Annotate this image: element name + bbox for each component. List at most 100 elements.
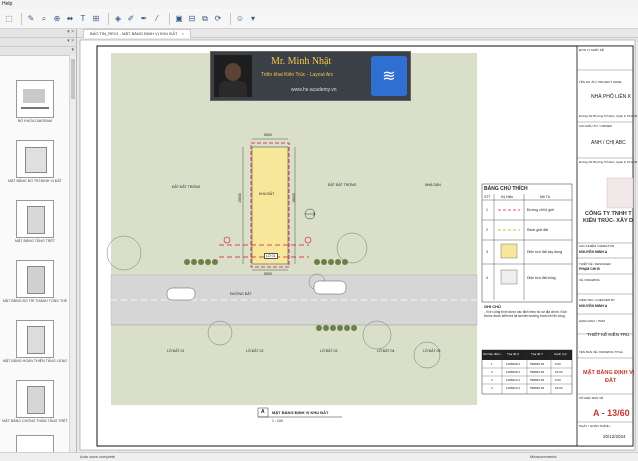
coord-cell: 3 bbox=[491, 378, 493, 382]
tb-checker-label: KIỂM TRA / CHECKED BY bbox=[579, 298, 615, 302]
scrapbook-icon[interactable]: ⧉ bbox=[200, 14, 210, 24]
coord-header: Số hiệu điểm bbox=[483, 352, 501, 356]
tb-company: CÔNG TY TNHH T bbox=[585, 211, 632, 217]
tb-manager: NGUYỄN MINH A bbox=[579, 250, 608, 254]
page-thumbnail[interactable]: MẶT BẰNG CHỐNG THẤM TẦNG TRỆT bbox=[2, 380, 68, 423]
legend-box bbox=[481, 183, 573, 303]
tab-label: BẢO TÍN_REV1 - MẶT BẰNG ĐỊNH VỊ KHU ĐẤT bbox=[90, 31, 178, 36]
coord-cell: 5.00 bbox=[555, 362, 561, 366]
document-tab[interactable]: BẢO TÍN_REV1 - MẶT BẰNG ĐỊNH VỊ KHU ĐẤT × bbox=[83, 29, 191, 38]
legend-row-desc: Diện tích đất trống bbox=[527, 276, 556, 280]
caption-scale: 1 : 100 bbox=[272, 419, 283, 423]
lot-area bbox=[251, 146, 289, 265]
tb-sheet-number: A - 13/60 bbox=[593, 408, 630, 418]
dimension-left: 15000 bbox=[237, 193, 242, 203]
lot-sub-label: LÔ 01 bbox=[264, 253, 278, 259]
lower-lot-label: LÔ ĐẤT 04 bbox=[377, 349, 395, 353]
legend-row-number: 3 bbox=[486, 250, 488, 254]
tb-designer: PHẠM CHI B bbox=[579, 267, 600, 271]
zoom-icon[interactable]: ⌕ bbox=[39, 14, 49, 24]
toolbar: ⬚ ✎ ⌕ ⊕ ⬌ T ⊞ ◈ ✐ ✒ ⁄ ▣ ⊟ ⧉ ⟳ ☺ ▾ bbox=[0, 9, 638, 29]
legend-row-desc: Ranh giới đất bbox=[527, 228, 548, 232]
tb-investor-address: Đường Số Phường Thủ Đức, Quận 9, TP.HCM bbox=[579, 160, 638, 164]
legend-header: Ký Hiệu bbox=[501, 195, 514, 199]
coord-header: Cạnh (m) bbox=[554, 352, 567, 356]
coord-cell: 598848.56 bbox=[530, 386, 545, 390]
coord-header: Tọa độ Y bbox=[531, 352, 544, 356]
user-icon[interactable]: ☺ bbox=[235, 14, 245, 24]
scroll-thumb[interactable] bbox=[71, 59, 75, 99]
text-icon[interactable]: T bbox=[78, 14, 88, 24]
dimension-bottom: 5000 bbox=[264, 272, 272, 276]
avatar-head bbox=[225, 63, 241, 81]
toolbar-separator bbox=[169, 12, 170, 25]
tb-category: THIẾT KẾ KIẾN TRÚ bbox=[587, 332, 630, 337]
legend-row-number: 4 bbox=[486, 276, 488, 280]
menu-help[interactable]: Help bbox=[2, 1, 12, 7]
panel-close-icon[interactable]: ▾ × bbox=[67, 38, 74, 44]
legend-header: Mô Tả bbox=[540, 195, 550, 199]
tb-sheet-label: SỐ HIỆU BẢN VẼ bbox=[579, 396, 604, 400]
menu-bar: Help bbox=[0, 0, 638, 9]
rotate-icon[interactable]: ⟳ bbox=[213, 14, 223, 24]
tb-drawn-label: VẼ / DRAWING bbox=[579, 278, 600, 282]
coord-cell: 1186810.3 bbox=[506, 378, 520, 382]
legend-row-desc: Đường chỉ lộ giới bbox=[527, 208, 554, 212]
tb-drawing-title2: ĐẤT bbox=[605, 378, 617, 384]
thumbnail-label: MẶT BẰNG BỐ TRÍ ĐỊNH VỊ ĐẤT bbox=[8, 179, 62, 183]
insert-icon[interactable]: ▣ bbox=[174, 14, 184, 24]
lower-lot-label: LÔ ĐẤT 01 bbox=[167, 349, 185, 353]
drawing-canvas[interactable]: Mr. Minh Nhật Triển khai Kiến Trúc - Lay… bbox=[77, 38, 638, 452]
thumbnail-image bbox=[16, 435, 54, 453]
panel-scrollbar[interactable] bbox=[69, 55, 76, 454]
document-tabbar: BẢO TÍN_REV1 - MẶT BẰNG ĐỊNH VỊ KHU ĐẤT × bbox=[77, 29, 638, 38]
coord-cell: 598853.56 bbox=[530, 378, 545, 382]
dropdown-arrow-icon[interactable]: ▾ bbox=[248, 14, 258, 24]
caption-title: MẶT BẰNG ĐỊNH VỊ KHU ĐẤT bbox=[272, 410, 329, 415]
close-tab-icon[interactable]: × bbox=[181, 31, 183, 36]
thumbnail-label: MẶT BẰNG BỐ TRÍ THÀNH TỔNG THỂ bbox=[2, 299, 68, 303]
dimension-top: 5000 bbox=[264, 133, 272, 137]
legend-row-number: 1 bbox=[486, 208, 488, 212]
zoom-window-icon[interactable]: ⊕ bbox=[52, 14, 62, 24]
coord-cell: 1186828.3 bbox=[506, 362, 520, 366]
banner-name: Mr. Minh Nhật bbox=[271, 56, 332, 67]
thumbnail-label: BỐ KHÓA DIAGRAM bbox=[18, 119, 52, 123]
pages-panel: ▾ × ▾ × ▾ BỐ KHÓA DIAGRAM MẶT BẰNG BỐ TR… bbox=[0, 29, 77, 458]
site-label-left: ĐẤT ĐẤT TRỐNG bbox=[172, 185, 201, 189]
toolbar-separator bbox=[230, 12, 231, 25]
coord-cell: 4 bbox=[491, 386, 493, 390]
table-icon[interactable]: ⊟ bbox=[187, 14, 197, 24]
thumbnail-label: MẶT BẰNG CHỐNG THẤM TẦNG TRỆT bbox=[2, 419, 68, 423]
paint-icon[interactable]: ✒ bbox=[139, 14, 149, 24]
coord-cell: 598848.56 bbox=[530, 362, 545, 366]
eraser-icon[interactable]: ◈ bbox=[113, 14, 123, 24]
tb-project-label: TÊN DỰ ÁN / PROJECT NAME bbox=[579, 80, 622, 84]
coord-cell: 2 bbox=[491, 370, 493, 374]
thumbnail-image bbox=[16, 260, 54, 298]
panel-close-icon[interactable]: ▾ bbox=[71, 47, 74, 53]
sample-icon[interactable]: ⁄ bbox=[152, 14, 162, 24]
road-label: ĐƯỜNG ĐẤT bbox=[230, 292, 252, 296]
panel-close-icon[interactable]: ▾ × bbox=[67, 29, 74, 35]
coord-cell: 18.00 bbox=[555, 386, 563, 390]
page-thumbnail[interactable]: BỐ KHÓA DIAGRAM bbox=[2, 80, 68, 123]
tb-drawing-title: MẶT BẰNG ĐỊNH VỊ bbox=[583, 370, 635, 376]
tb-date-label: NGÀY / HOÀN THÀNH bbox=[579, 424, 610, 428]
page-thumbnail[interactable]: MẶT BẰNG BỐ TRÍ ĐỊNH VỊ ĐẤT bbox=[2, 140, 68, 183]
tb-designer-label: THIẾT KẾ / DESIGNER bbox=[579, 262, 611, 266]
label-icon[interactable]: ⊞ bbox=[91, 14, 101, 24]
page-thumbnail[interactable]: MẶT BẰNG TẦNG TRỆT bbox=[2, 200, 68, 243]
select-icon[interactable]: ⬚ bbox=[4, 14, 14, 24]
tb-design-unit-label: ĐƠN VỊ THIẾT KẾ bbox=[579, 48, 604, 52]
coord-cell: 598853.56 bbox=[530, 370, 545, 374]
style-icon[interactable]: ✐ bbox=[126, 14, 136, 24]
page-thumbnail[interactable]: MẶT BẰNG HOÀN THIỆN TẦNG LỬNG bbox=[2, 320, 68, 363]
status-message: Auto save complete bbox=[80, 454, 116, 459]
dimension-icon[interactable]: ⬌ bbox=[65, 14, 75, 24]
page-thumbnail[interactable]: MẶT BẰNG BỐ TRÍ THÀNH TỔNG THỂ bbox=[2, 260, 68, 303]
measurements-label: Measurements bbox=[530, 454, 557, 459]
coord-cell: 1186828.3 bbox=[506, 370, 520, 374]
tb-investor-label: CHỦ ĐẦU TƯ / OWNER bbox=[579, 124, 612, 128]
pencil-icon[interactable]: ✎ bbox=[26, 14, 36, 24]
